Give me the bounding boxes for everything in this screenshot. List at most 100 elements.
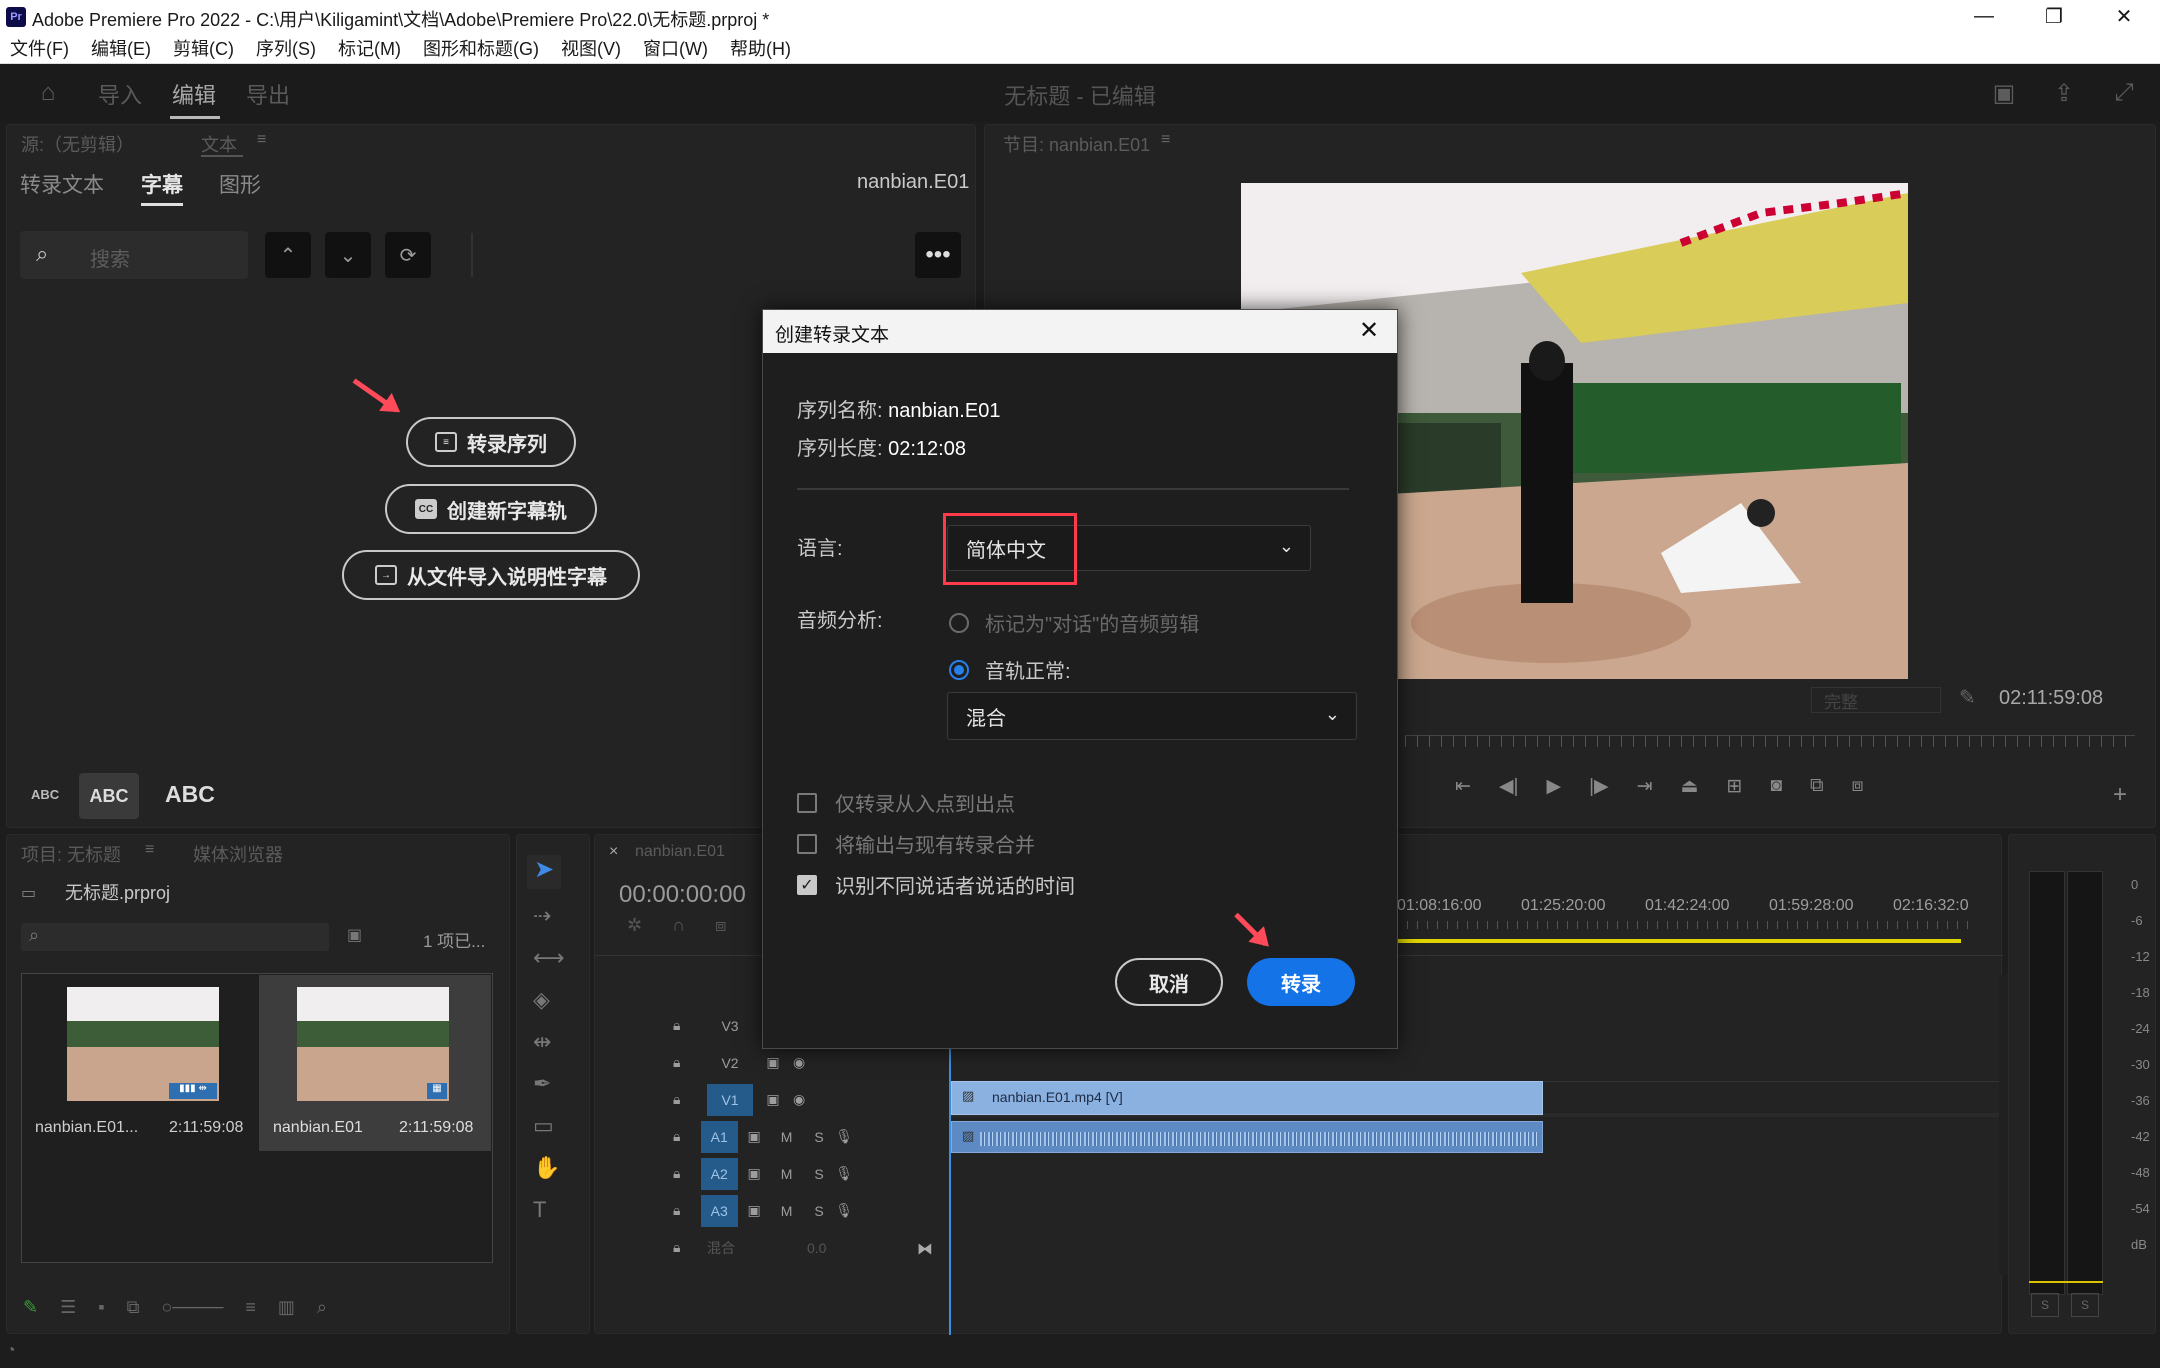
- track-label[interactable]: A3: [700, 1194, 738, 1227]
- radio-track[interactable]: [949, 659, 969, 680]
- minimize-button[interactable]: —: [1952, 0, 2016, 33]
- panel-menu-icon[interactable]: ≡: [257, 131, 266, 149]
- lock-icon[interactable]: 🔒︎: [673, 1128, 701, 1145]
- find-icon[interactable]: ⌕: [317, 1297, 327, 1318]
- mix-value[interactable]: 0.0: [807, 1240, 826, 1256]
- hand-tool-icon[interactable]: ✋: [533, 1155, 565, 1181]
- comparison-icon[interactable]: ⧉: [1810, 775, 1824, 798]
- menu-help[interactable]: 帮助(H): [730, 35, 802, 61]
- track-a1[interactable]: 🔒︎ A1 ▣ M S 🎙︎: [673, 1118, 853, 1155]
- proxy-icon[interactable]: ⧈: [1852, 775, 1864, 798]
- transcribe-button[interactable]: 转录: [1247, 958, 1355, 1006]
- menu-view[interactable]: 视图(V): [561, 35, 632, 61]
- pen-tool-icon[interactable]: ✒: [533, 1071, 565, 1097]
- track-mix[interactable]: 🔒︎ 混合 0.0: [673, 1229, 853, 1266]
- tab-source[interactable]: 源:（无剪辑）: [21, 131, 134, 157]
- eye-icon[interactable]: ◉: [793, 1054, 805, 1071]
- program-title[interactable]: 节目: nanbian.E01: [1003, 131, 1150, 157]
- camera-icon[interactable]: ◙: [1770, 775, 1781, 798]
- mute-button[interactable]: M: [770, 1166, 802, 1182]
- check-merge[interactable]: [797, 833, 817, 854]
- freeform-view-icon[interactable]: ⧉: [127, 1297, 140, 1318]
- timeline-tab[interactable]: nanbian.E01: [635, 843, 725, 861]
- quick-export-icon[interactable]: ▣: [1988, 78, 2020, 108]
- cancel-button[interactable]: 取消: [1115, 958, 1223, 1006]
- add-button-icon[interactable]: +: [2113, 781, 2127, 809]
- check-inout-option[interactable]: 仅转录从入点到出点: [797, 788, 1015, 817]
- selection-tool-icon[interactable]: ➤: [527, 855, 561, 889]
- mark-out-icon[interactable]: ⇥: [1637, 775, 1653, 798]
- new-bin-icon[interactable]: ▣: [347, 925, 362, 945]
- program-ruler[interactable]: [1405, 735, 2135, 747]
- track-v1[interactable]: 🔒︎ V1 ▣ ◉: [673, 1081, 853, 1118]
- radio-dialogue-option[interactable]: 标记为"对话"的音频剪辑: [949, 608, 1199, 637]
- track-select[interactable]: 混合 ⌄: [947, 692, 1357, 740]
- radio-track-option[interactable]: 音轨正常:: [949, 655, 1071, 684]
- step-back-icon[interactable]: ◀|: [1499, 775, 1519, 798]
- replace-button[interactable]: ⟳: [385, 232, 431, 278]
- linked-selection-icon[interactable]: ⧈: [715, 915, 726, 936]
- automate-icon[interactable]: ▥: [278, 1297, 295, 1318]
- text-size-small[interactable]: ABC: [31, 787, 59, 802]
- menu-file[interactable]: 文件(F): [10, 35, 80, 61]
- track-v2[interactable]: 🔒︎ V2 ▣ ◉: [673, 1044, 853, 1081]
- solo-button[interactable]: S: [803, 1203, 835, 1219]
- dialog-close-icon[interactable]: ✕: [1359, 316, 1379, 345]
- sync-lock-icon[interactable]: ▣: [738, 1202, 770, 1219]
- menu-markers[interactable]: 标记(M): [338, 35, 412, 61]
- razor-tool-icon[interactable]: ◈: [533, 987, 565, 1013]
- track-label[interactable]: V1: [707, 1083, 753, 1116]
- ripple-edit-tool-icon[interactable]: ⟷: [533, 945, 565, 971]
- subtab-graphics[interactable]: 图形: [219, 169, 261, 199]
- import-captions-button[interactable]: → 从文件导入说明性字幕: [342, 550, 640, 600]
- maximize-button[interactable]: ❐: [2022, 0, 2086, 33]
- mute-button[interactable]: M: [770, 1203, 802, 1219]
- menu-edit[interactable]: 编辑(E): [91, 35, 162, 61]
- check-merge-option[interactable]: 将输出与现有转录合并: [797, 829, 1035, 858]
- solo-button[interactable]: S: [803, 1129, 835, 1145]
- panel-menu-icon[interactable]: ≡: [1161, 131, 1170, 149]
- zoom-slider[interactable]: ○────: [161, 1297, 223, 1318]
- video-clip[interactable]: ▨ nanbian.E01.mp4 [V]: [951, 1081, 1543, 1115]
- pencil-icon[interactable]: ✎: [23, 1297, 38, 1318]
- lock-icon[interactable]: 🔒︎: [673, 1202, 701, 1219]
- sync-lock-icon[interactable]: ▣: [753, 1054, 793, 1071]
- lock-icon[interactable]: 🔒︎: [673, 1017, 707, 1034]
- timeline-ruler[interactable]: 01:08:16:00 01:25:20:00 01:42:24:00 01:5…: [1397, 897, 1997, 915]
- audio-clip[interactable]: ▨: [951, 1121, 1543, 1153]
- text-size-medium[interactable]: ABC: [79, 773, 139, 819]
- panel-menu-icon[interactable]: ≡: [145, 841, 154, 859]
- rectangle-tool-icon[interactable]: ▭: [533, 1113, 565, 1139]
- eye-icon[interactable]: ◉: [793, 1091, 805, 1108]
- microphone-icon[interactable]: 🎙︎: [835, 1128, 853, 1145]
- fullscreen-icon[interactable]: ⤢: [2108, 78, 2140, 108]
- microphone-icon[interactable]: 🎙︎: [835, 1202, 853, 1219]
- search-input[interactable]: ⌕ 搜索: [20, 231, 248, 279]
- check-speakers[interactable]: ✓: [797, 874, 817, 895]
- tab-text[interactable]: 文本: [201, 131, 237, 157]
- mark-in-icon[interactable]: ⇤: [1455, 775, 1471, 798]
- snap-icon[interactable]: ∩: [672, 915, 685, 936]
- track-a3[interactable]: 🔒︎ A3 ▣ M S 🎙︎: [673, 1192, 853, 1229]
- text-size-large[interactable]: ABC: [165, 781, 215, 808]
- project-search-input[interactable]: ⌕: [21, 923, 329, 951]
- list-view-icon[interactable]: ☰: [60, 1297, 76, 1318]
- subtab-captions[interactable]: 字幕: [141, 169, 183, 199]
- tab-project[interactable]: 项目: 无标题: [21, 841, 121, 867]
- menu-graphics[interactable]: 图形和标题(G): [423, 35, 550, 61]
- menu-window[interactable]: 窗口(W): [643, 35, 719, 61]
- track-select-tool-icon[interactable]: ⇢: [533, 903, 565, 929]
- microphone-icon[interactable]: 🎙︎: [835, 1165, 853, 1182]
- timeline-timecode[interactable]: 00:00:00:00: [619, 881, 746, 909]
- create-caption-track-button[interactable]: CC 创建新字幕轨: [385, 484, 597, 534]
- menu-clip[interactable]: 剪辑(C): [173, 35, 245, 61]
- mute-button[interactable]: M: [770, 1129, 802, 1145]
- close-window-button[interactable]: ✕: [2092, 0, 2156, 33]
- check-speakers-option[interactable]: ✓ 识别不同说话者说话的时间: [797, 870, 1075, 899]
- check-inout[interactable]: [797, 792, 817, 813]
- sort-icon[interactable]: ≡: [245, 1297, 256, 1318]
- track-label[interactable]: A1: [700, 1120, 738, 1153]
- solo-right-button[interactable]: S: [2071, 1293, 2099, 1317]
- share-icon[interactable]: ⇪: [2048, 78, 2080, 108]
- icon-view-icon[interactable]: ▪: [98, 1297, 104, 1318]
